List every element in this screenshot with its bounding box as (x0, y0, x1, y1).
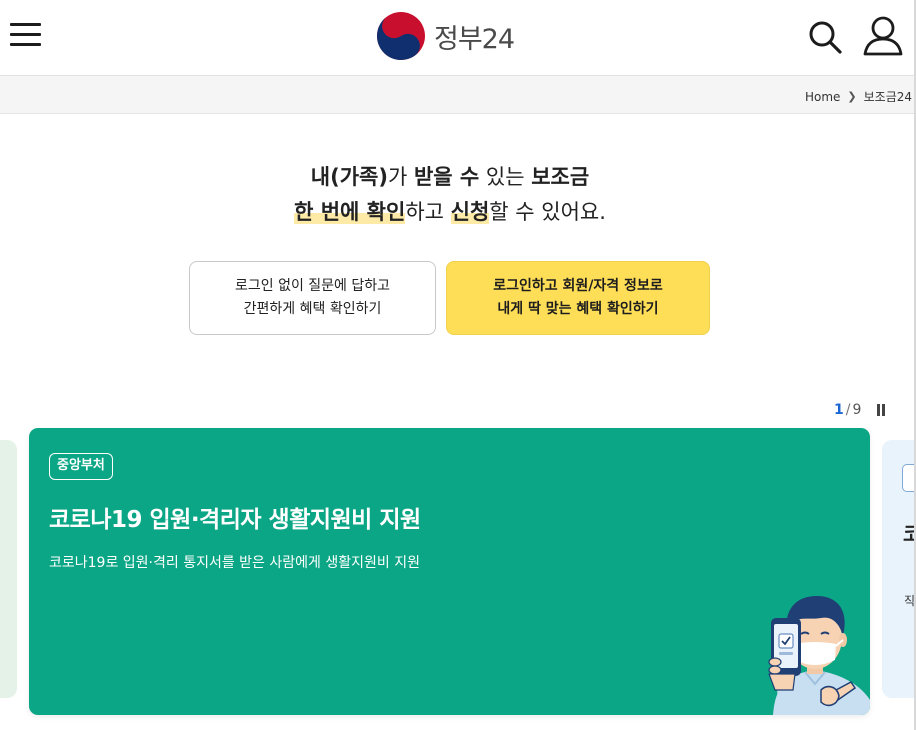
next-slide-badge (902, 464, 914, 492)
cta-line: 로그인하고 회원/자격 정보로 (493, 278, 663, 294)
category-badge: 중앙부처 (49, 453, 113, 480)
pause-icon[interactable] (876, 404, 886, 417)
intro-text-segment: 있는 (479, 165, 532, 189)
intro-text-segment: 할 수 있어요. (489, 200, 606, 224)
chevron-right-icon: ❯ (847, 90, 857, 103)
logo-text: 정부24 (434, 23, 515, 55)
hamburger-menu-icon[interactable] (10, 20, 42, 50)
top-header: 정부24 (0, 0, 916, 76)
slide-card[interactable]: 중앙부처 코로나19 입원·격리자 생활지원비 지원 코로나19로 입원·격리 … (29, 428, 870, 715)
slide-pager: 1 / 9 (834, 402, 861, 418)
intro-highlight: 한 번에 확인 (294, 200, 406, 224)
next-slide-desc: 직 (904, 594, 914, 608)
pager-separator: / (845, 402, 851, 418)
intro-heading: 내(가족)가 받을 수 있는 보조금 한 번에 확인하고 신청할 수 있어요. (0, 160, 900, 230)
intro-line-1: 내(가족)가 받을 수 있는 보조금 (0, 160, 900, 195)
check-without-login-button[interactable]: 로그인 없이 질문에 답하고 간편하게 혜택 확인하기 (189, 261, 436, 335)
previous-slide-peek[interactable] (0, 440, 17, 698)
slide-title: 코로나19 입원·격리자 생활지원비 지원 (49, 507, 421, 533)
next-slide-title: 코 (903, 522, 914, 546)
breadcrumb-current[interactable]: 보조금24 (864, 88, 912, 105)
intro-text-segment: 가 (387, 165, 414, 189)
slide-description: 코로나19로 입원·격리 통지서를 받은 사람에게 생활지원비 지원 (49, 555, 420, 571)
breadcrumb-home[interactable]: Home (805, 90, 840, 104)
next-slide-peek[interactable]: 코 직 (882, 440, 914, 698)
cta-line: 내게 딱 맞는 혜택 확인하기 (497, 301, 659, 317)
taegeuk-logo-icon (377, 12, 425, 60)
intro-highlight: 신청 (450, 200, 490, 224)
intro-line-2: 한 번에 확인하고 신청할 수 있어요. (0, 195, 900, 230)
search-icon[interactable] (808, 20, 842, 54)
site-logo[interactable]: 정부24 (376, 11, 515, 61)
breadcrumb: Home ❯ 보조금24 (805, 88, 912, 105)
intro-text-segment: 내(가족) (310, 165, 388, 189)
intro-text-segment: 하고 (405, 200, 451, 224)
login-check-benefits-button[interactable]: 로그인하고 회원/자격 정보로 내게 딱 맞는 혜택 확인하기 (446, 261, 710, 335)
intro-text-segment: 보조금 (531, 165, 590, 189)
total-slide-number: 9 (852, 402, 862, 418)
intro-text-segment: 받을 수 (413, 165, 480, 189)
current-slide-number: 1 (834, 402, 844, 418)
user-icon[interactable] (862, 16, 904, 56)
cta-line: 간편하게 혜택 확인하기 (243, 301, 382, 317)
masked-person-with-phone-illustration (768, 596, 870, 715)
cta-line: 로그인 없이 질문에 답하고 (234, 278, 391, 294)
breadcrumb-bar: Home ❯ 보조금24 (0, 76, 916, 114)
